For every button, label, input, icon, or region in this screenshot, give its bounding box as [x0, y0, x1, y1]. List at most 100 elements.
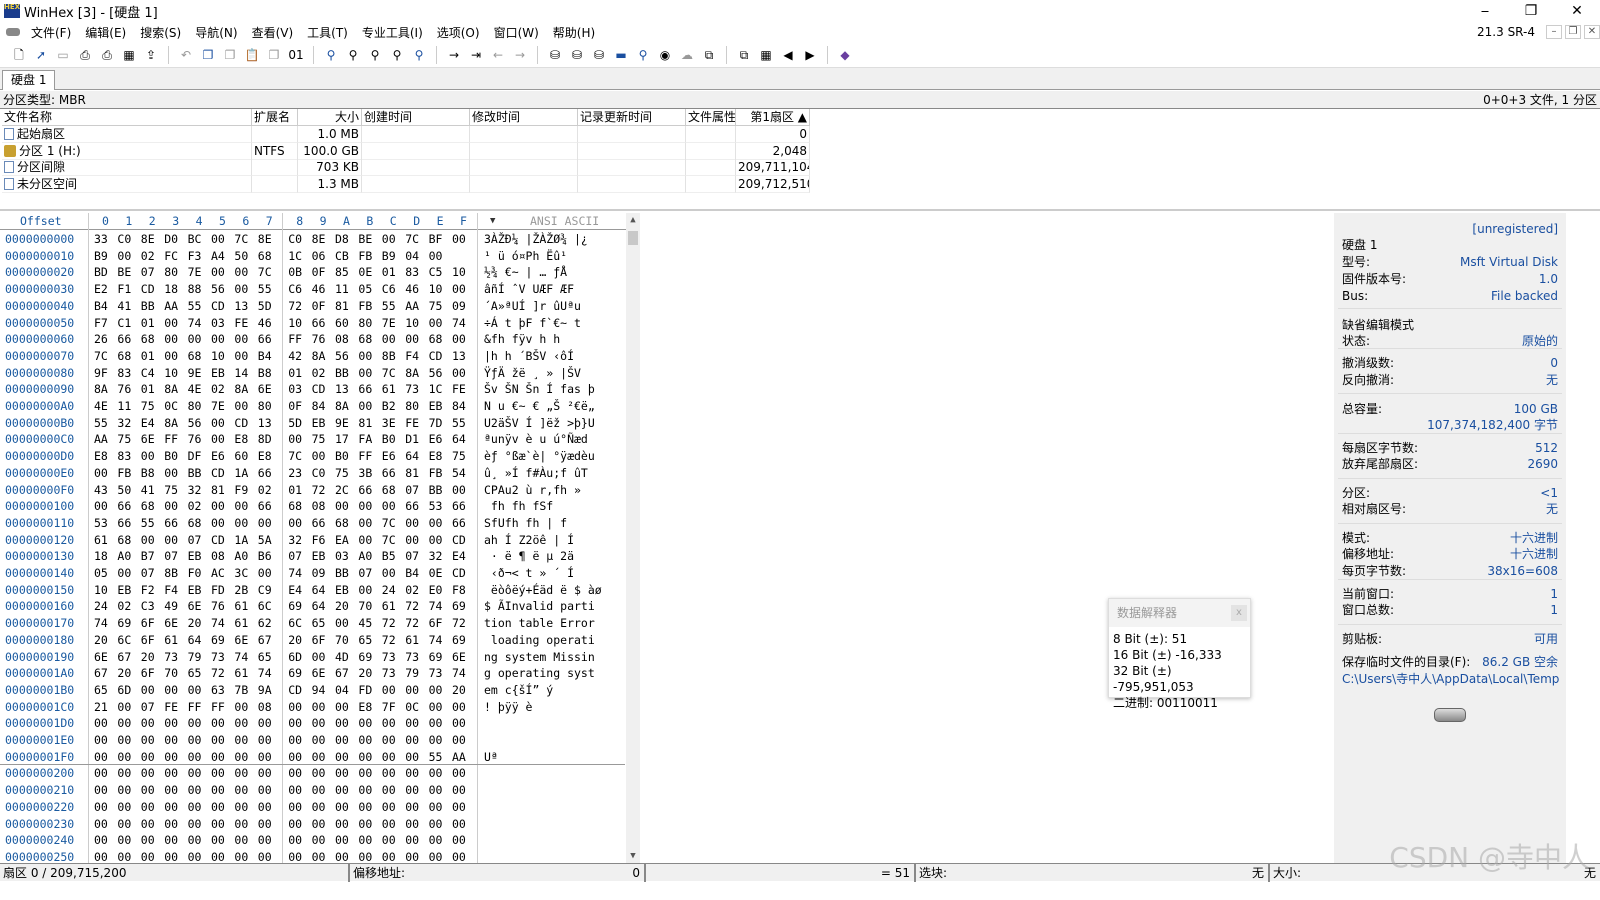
hex-byte[interactable]: 00 [452, 765, 466, 781]
hex-byte[interactable]: 13 [258, 415, 272, 431]
hex-byte[interactable]: 00 [164, 532, 178, 548]
hex-byte[interactable]: 74 [452, 665, 466, 681]
hex-byte[interactable]: B7 [141, 548, 155, 564]
hex-byte[interactable]: 09 [312, 565, 326, 581]
hex-byte[interactable]: 85 [335, 264, 349, 280]
hex-byte[interactable]: 10 [211, 348, 225, 364]
hex-byte[interactable]: 00 [429, 248, 443, 264]
hex-byte[interactable]: FE [452, 381, 466, 397]
hex-byte[interactable]: AA [94, 431, 108, 447]
hex-byte[interactable]: 00 [288, 799, 302, 815]
hex-byte[interactable]: 6E [312, 665, 326, 681]
hex-byte[interactable]: CD [288, 682, 302, 698]
hex-byte[interactable]: 84 [312, 398, 326, 414]
hex-byte[interactable]: 68 [141, 331, 155, 347]
hex-byte[interactable]: 00 [164, 765, 178, 781]
hex-byte[interactable]: 72 [405, 615, 419, 631]
hex-row[interactable]: 00000000A0 4E 11 75 0C 80 7E 00 80 0F 84 8A 00 B2 80 EB… [0, 398, 630, 415]
hex-byte[interactable]: 00 [188, 749, 202, 765]
hex-byte[interactable]: FB [429, 465, 443, 481]
hex-byte[interactable]: 1A [234, 465, 248, 481]
hex-byte[interactable]: 00 [234, 765, 248, 781]
hex-byte[interactable]: 03 [288, 381, 302, 397]
child-minimize-button[interactable]: – [1546, 25, 1562, 39]
hex-byte[interactable]: 68 [141, 498, 155, 514]
hex-byte[interactable]: 61 [94, 532, 108, 548]
hex-row[interactable]: 0000000090 8A 76 01 8A 4E 02 8A 6E 03 CD 13 66 61 73 1C… [0, 381, 630, 398]
hex-byte[interactable]: FF [164, 431, 178, 447]
ansi-dropdown-icon[interactable]: ▼ [490, 213, 495, 230]
hex-byte[interactable]: 02 [117, 598, 131, 614]
hex-byte[interactable]: 00 [312, 699, 326, 715]
hex-row[interactable]: 00000000D0 E8 83 00 B0 DF E6 60 E8 7C 00 B0 FF E6 64 E8… [0, 448, 630, 465]
hex-byte[interactable]: 56 [335, 348, 349, 364]
hex-byte[interactable]: 50 [117, 482, 131, 498]
hex-byte[interactable]: 0F [312, 264, 326, 280]
hex-byte[interactable]: 00 [358, 765, 372, 781]
hex-editor[interactable]: Offset 0 1 2 3 4 5 6 7 8 9 A B C D E F ▼ ANSI ASCII 000000… [0, 213, 640, 864]
hex-byte[interactable]: 00 [211, 782, 225, 798]
hex-byte[interactable]: C9 [258, 582, 272, 598]
hex-byte[interactable]: E8 [358, 699, 372, 715]
hex-byte[interactable]: 00 [288, 515, 302, 531]
hex-byte[interactable]: 00 [452, 231, 466, 247]
hex-row-ascii[interactable]: ! þÿÿ è [484, 699, 532, 715]
hex-byte[interactable]: 00 [258, 832, 272, 848]
hex-byte[interactable]: 74 [429, 598, 443, 614]
hex-byte[interactable]: 06 [312, 248, 326, 264]
hex-byte[interactable]: 11 [117, 398, 131, 414]
hex-byte[interactable]: 6C [288, 615, 302, 631]
hex-byte[interactable]: 6F [312, 632, 326, 648]
hex-byte[interactable]: 00 [429, 782, 443, 798]
open-file-icon[interactable]: ➚ [32, 46, 50, 64]
hex-byte[interactable]: 7C [382, 365, 396, 381]
hex-byte[interactable]: 76 [312, 331, 326, 347]
hex-row[interactable]: 0000000010 B9 00 02 FC F3 A4 50 68 1C 06 CB FB B9 04 00… [0, 248, 630, 265]
hex-byte[interactable]: 5D [288, 415, 302, 431]
hex-byte[interactable]: 00 [288, 431, 302, 447]
data-interpreter-close-icon[interactable]: x [1231, 605, 1247, 621]
hex-byte[interactable]: 13 [452, 348, 466, 364]
hex-byte[interactable]: 00 [188, 799, 202, 815]
hex-byte[interactable]: D0 [164, 231, 178, 247]
hex-byte[interactable]: 74 [452, 315, 466, 331]
hex-byte[interactable]: 61 [234, 665, 248, 681]
hex-byte[interactable]: 00 [234, 799, 248, 815]
scroll-down-icon[interactable]: ▼ [626, 851, 640, 861]
hex-byte[interactable]: 01 [288, 482, 302, 498]
copy-icon[interactable]: ❐ [199, 46, 217, 64]
hex-byte[interactable]: 00 [211, 832, 225, 848]
hex-byte[interactable]: 73 [405, 381, 419, 397]
hex-byte[interactable]: 55 [429, 749, 443, 765]
hex-byte[interactable]: 9E [188, 365, 202, 381]
hex-byte[interactable]: 07 [405, 548, 419, 564]
hex-byte[interactable]: 75 [429, 298, 443, 314]
hex-byte[interactable]: 00 [452, 482, 466, 498]
hex-byte[interactable]: 00 [452, 782, 466, 798]
hex-row[interactable]: 0000000190 6E 67 20 73 79 73 74 65 6D 00 4D 69 73 73 69… [0, 649, 630, 666]
hex-byte[interactable]: 14 [234, 365, 248, 381]
hex-byte[interactable]: 81 [358, 415, 372, 431]
hex-byte[interactable]: 72 [405, 598, 419, 614]
hex-byte[interactable]: 84 [452, 398, 466, 414]
hex-byte[interactable]: 61 [382, 381, 396, 397]
hex-row-ascii[interactable]: ëòôëý+Éäd ë $ àø [484, 582, 602, 598]
hex-byte[interactable]: 00 [382, 765, 396, 781]
hex-row-ascii[interactable]: $ ÃInvalid parti [484, 598, 595, 614]
hex-byte[interactable]: 01 [382, 264, 396, 280]
hex-byte[interactable]: 68 [258, 248, 272, 264]
hex-byte[interactable]: 00 [312, 782, 326, 798]
hex-byte[interactable]: 00 [452, 331, 466, 347]
hex-byte[interactable]: 00 [117, 832, 131, 848]
hex-byte[interactable]: 94 [312, 682, 326, 698]
hex-byte[interactable]: 5D [258, 298, 272, 314]
replace-text-icon[interactable]: ⚲ [366, 46, 384, 64]
hex-byte[interactable]: 75 [335, 465, 349, 481]
hex-byte[interactable]: 7C [288, 448, 302, 464]
hex-byte[interactable]: 74 [211, 615, 225, 631]
menu-options[interactable]: 选项(O) [430, 24, 487, 41]
hex-byte[interactable]: 66 [258, 498, 272, 514]
hex-byte[interactable]: F6 [312, 532, 326, 548]
hex-row[interactable]: 00000000F0 43 50 41 75 32 81 F9 02 01 72 2C 66 68 07 BB… [0, 482, 630, 499]
hex-row-ascii[interactable]: em c{šÍ” ý [484, 682, 553, 698]
